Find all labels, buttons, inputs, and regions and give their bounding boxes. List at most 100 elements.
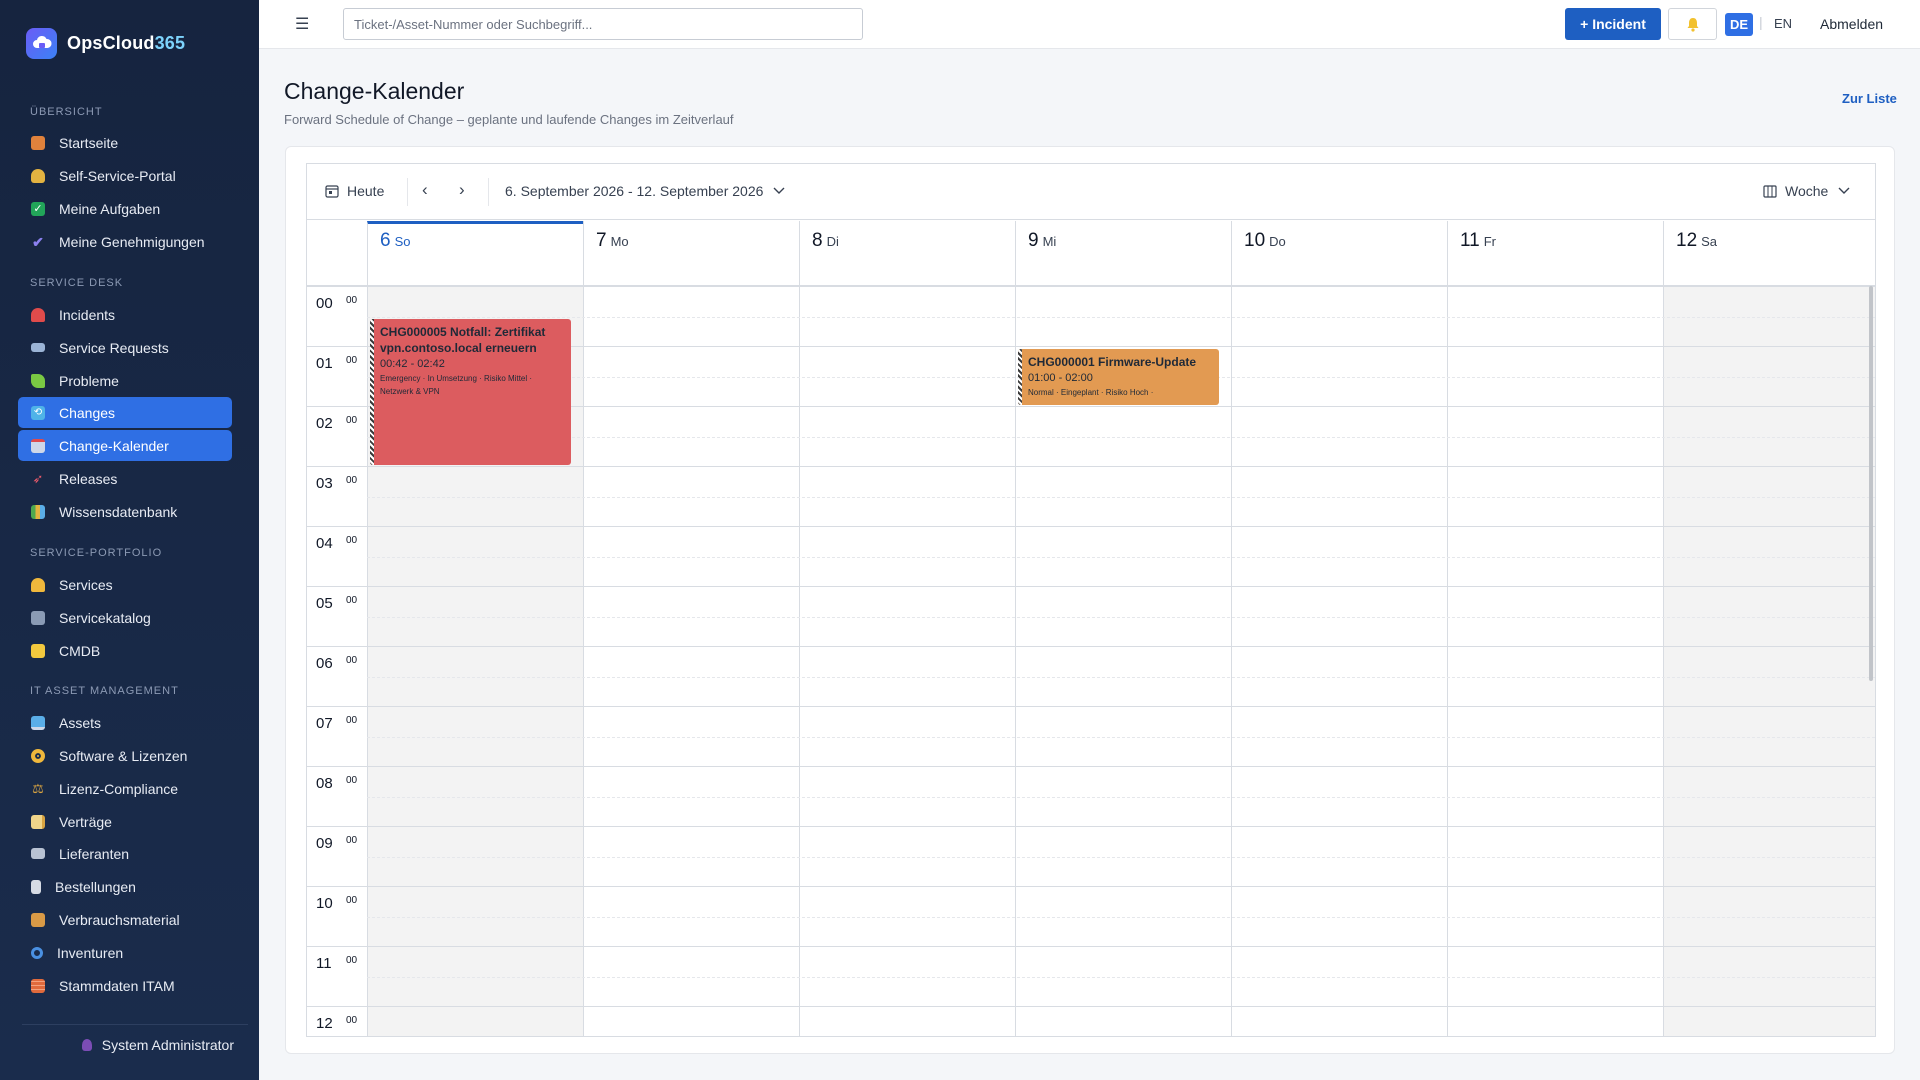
grid-line (583, 256, 584, 286)
sidebar-item-assets[interactable]: Assets (18, 707, 232, 738)
sidebar-item-services[interactable]: Services (18, 569, 232, 600)
calendar-today-icon (325, 185, 339, 198)
sidebar-item-vertraege[interactable]: Verträge (18, 806, 232, 837)
sidebar-item-changes[interactable]: ⟲ Changes (18, 397, 232, 428)
back-to-list-link[interactable]: Zur Liste (1842, 91, 1897, 106)
user-menu[interactable]: System Administrator (22, 1024, 248, 1053)
chevron-down-icon (1838, 187, 1850, 194)
hamburger-menu-icon[interactable]: ☰ (295, 14, 309, 34)
hour-minute-label: 00 (346, 835, 358, 846)
next-week-icon[interactable]: › (459, 180, 465, 200)
bricks-icon (31, 978, 45, 993)
grid-line (367, 256, 368, 286)
sidebar-item-self-service-portal[interactable]: Self-Service-Portal (18, 160, 232, 191)
sidebar-item-label: Inventuren (57, 944, 124, 961)
sidebar-item-change-kalender[interactable]: Change-Kalender (18, 430, 232, 461)
lang-en-button[interactable]: EN (1774, 16, 1792, 31)
siren-icon (31, 307, 45, 322)
day-header-wednesday[interactable]: 9 Mi (1015, 221, 1231, 256)
sidebar-item-service-requests[interactable]: Service Requests (18, 332, 232, 363)
sidebar-item-incidents[interactable]: Incidents (18, 299, 232, 330)
sidebar-item-label: Software & Lizenzen (59, 747, 188, 764)
day-header-thursday[interactable]: 10 Do (1231, 221, 1447, 256)
all-day-row[interactable] (307, 256, 1875, 286)
notifications-button[interactable] (1668, 8, 1717, 40)
half-hour-line (367, 617, 1875, 618)
hour-minute-label: 00 (346, 1015, 358, 1026)
half-hour-line (367, 317, 1875, 318)
sidebar-item-lizenz-compliance[interactable]: ⚖ Lizenz-Compliance (18, 773, 232, 804)
hour-minute-label: 00 (346, 355, 358, 366)
user-icon (81, 1039, 92, 1051)
sidebar-item-servicekatalog[interactable]: Servicekatalog (18, 602, 232, 633)
day-header-monday[interactable]: 7 Mo (583, 221, 799, 256)
hour-label: 00 (316, 295, 333, 312)
vertical-scrollbar[interactable] (1869, 286, 1873, 681)
sidebar-item-label: Self-Service-Portal (59, 167, 176, 184)
hour-label: 07 (316, 715, 333, 732)
day-name: Sa (1701, 234, 1718, 249)
sidebar-item-cmdb[interactable]: CMDB (18, 635, 232, 666)
grid-line (1015, 256, 1016, 286)
search-input[interactable] (343, 8, 863, 40)
folder-icon (31, 643, 45, 658)
day-header-saturday[interactable]: 12 Sa (1663, 221, 1875, 256)
hour-label: 10 (316, 895, 333, 912)
grid-line (1447, 256, 1448, 286)
today-button[interactable]: Heute (325, 183, 384, 199)
hour-row: 08 00 (307, 766, 1875, 826)
date-range-picker[interactable]: 6. September 2026 - 12. September 2026 (505, 183, 785, 199)
logout-link[interactable]: Abmelden (1820, 16, 1883, 32)
day-name: So (394, 234, 411, 249)
sidebar-item-stammdaten-itam[interactable]: Stammdaten ITAM (18, 970, 232, 1001)
sidebar-item-label: Assets (59, 714, 102, 731)
previous-week-icon[interactable]: ‹ (422, 180, 428, 200)
hour-label: 06 (316, 655, 333, 672)
hour-label: 05 (316, 595, 333, 612)
sidebar-item-bestellungen[interactable]: Bestellungen (18, 871, 232, 902)
hour-label: 03 (316, 475, 333, 492)
sidebar-item-inventuren[interactable]: Inventuren (18, 937, 232, 968)
brand[interactable]: OpsCloud365 (26, 27, 185, 59)
hour-label: 12 (316, 1015, 333, 1032)
grid-line (1663, 256, 1664, 286)
brand-name-text: OpsCloud (67, 32, 155, 53)
event-stripe (1018, 349, 1022, 405)
sidebar-item-software-lizenzen[interactable]: Software & Lizenzen (18, 740, 232, 771)
toolbar-divider (407, 178, 408, 206)
scale-icon: ⚖ (32, 780, 44, 796)
sidebar-item-wissensdatenbank[interactable]: Wissensdatenbank (18, 496, 232, 527)
view-selector[interactable]: Woche (1763, 183, 1850, 199)
sidebar-item-startseite[interactable]: Startseite (18, 127, 232, 158)
page-subtitle: Forward Schedule of Change – geplante un… (284, 112, 734, 127)
sidebar-item-releases[interactable]: ➶ Releases (18, 463, 232, 494)
half-hour-line (367, 857, 1875, 858)
sidebar-item-label: Lieferanten (59, 845, 130, 862)
hour-minute-label: 00 (346, 955, 358, 966)
new-incident-button[interactable]: + Incident (1565, 8, 1661, 40)
grid-line (799, 256, 800, 286)
half-hour-line (367, 977, 1875, 978)
nav-section-overview: Übersicht (30, 106, 103, 118)
lang-de-button[interactable]: DE (1725, 13, 1753, 36)
event-title: CHG000005 Notfall: Zertifikat vpn.contos… (380, 325, 546, 355)
day-header-sunday[interactable]: 6 So (367, 221, 583, 256)
day-header-friday[interactable]: 11 Fr (1447, 221, 1663, 256)
columns-icon (1763, 184, 1777, 198)
calendar-event[interactable]: CHG000005 Notfall: Zertifikat vpn.contos… (370, 319, 571, 465)
hour-minute-label: 00 (346, 415, 358, 426)
cloud-logo-icon (26, 27, 57, 59)
sidebar-item-meine-genehmigungen[interactable]: ✔ Meine Genehmigungen (18, 226, 232, 257)
half-hour-line (367, 917, 1875, 918)
calendar-event[interactable]: CHG000001 Firmware-Update 01:00 - 02:00 … (1018, 349, 1219, 405)
sidebar-item-meine-aufgaben[interactable]: ✓ Meine Aufgaben (18, 193, 232, 224)
sidebar-item-verbrauchsmaterial[interactable]: Verbrauchsmaterial (18, 904, 232, 935)
day-header-tuesday[interactable]: 8 Di (799, 221, 1015, 256)
calendar-card: Heute ‹ › 6. September 2026 - 12. Septem… (285, 146, 1895, 1054)
sidebar-item-lieferanten[interactable]: Lieferanten (18, 838, 232, 869)
monitor-icon (31, 715, 45, 730)
day-name: Di (826, 234, 839, 249)
brand-name: OpsCloud365 (67, 33, 185, 54)
sidebar-item-probleme[interactable]: Probleme (18, 365, 232, 396)
day-number: 7 (596, 230, 607, 251)
